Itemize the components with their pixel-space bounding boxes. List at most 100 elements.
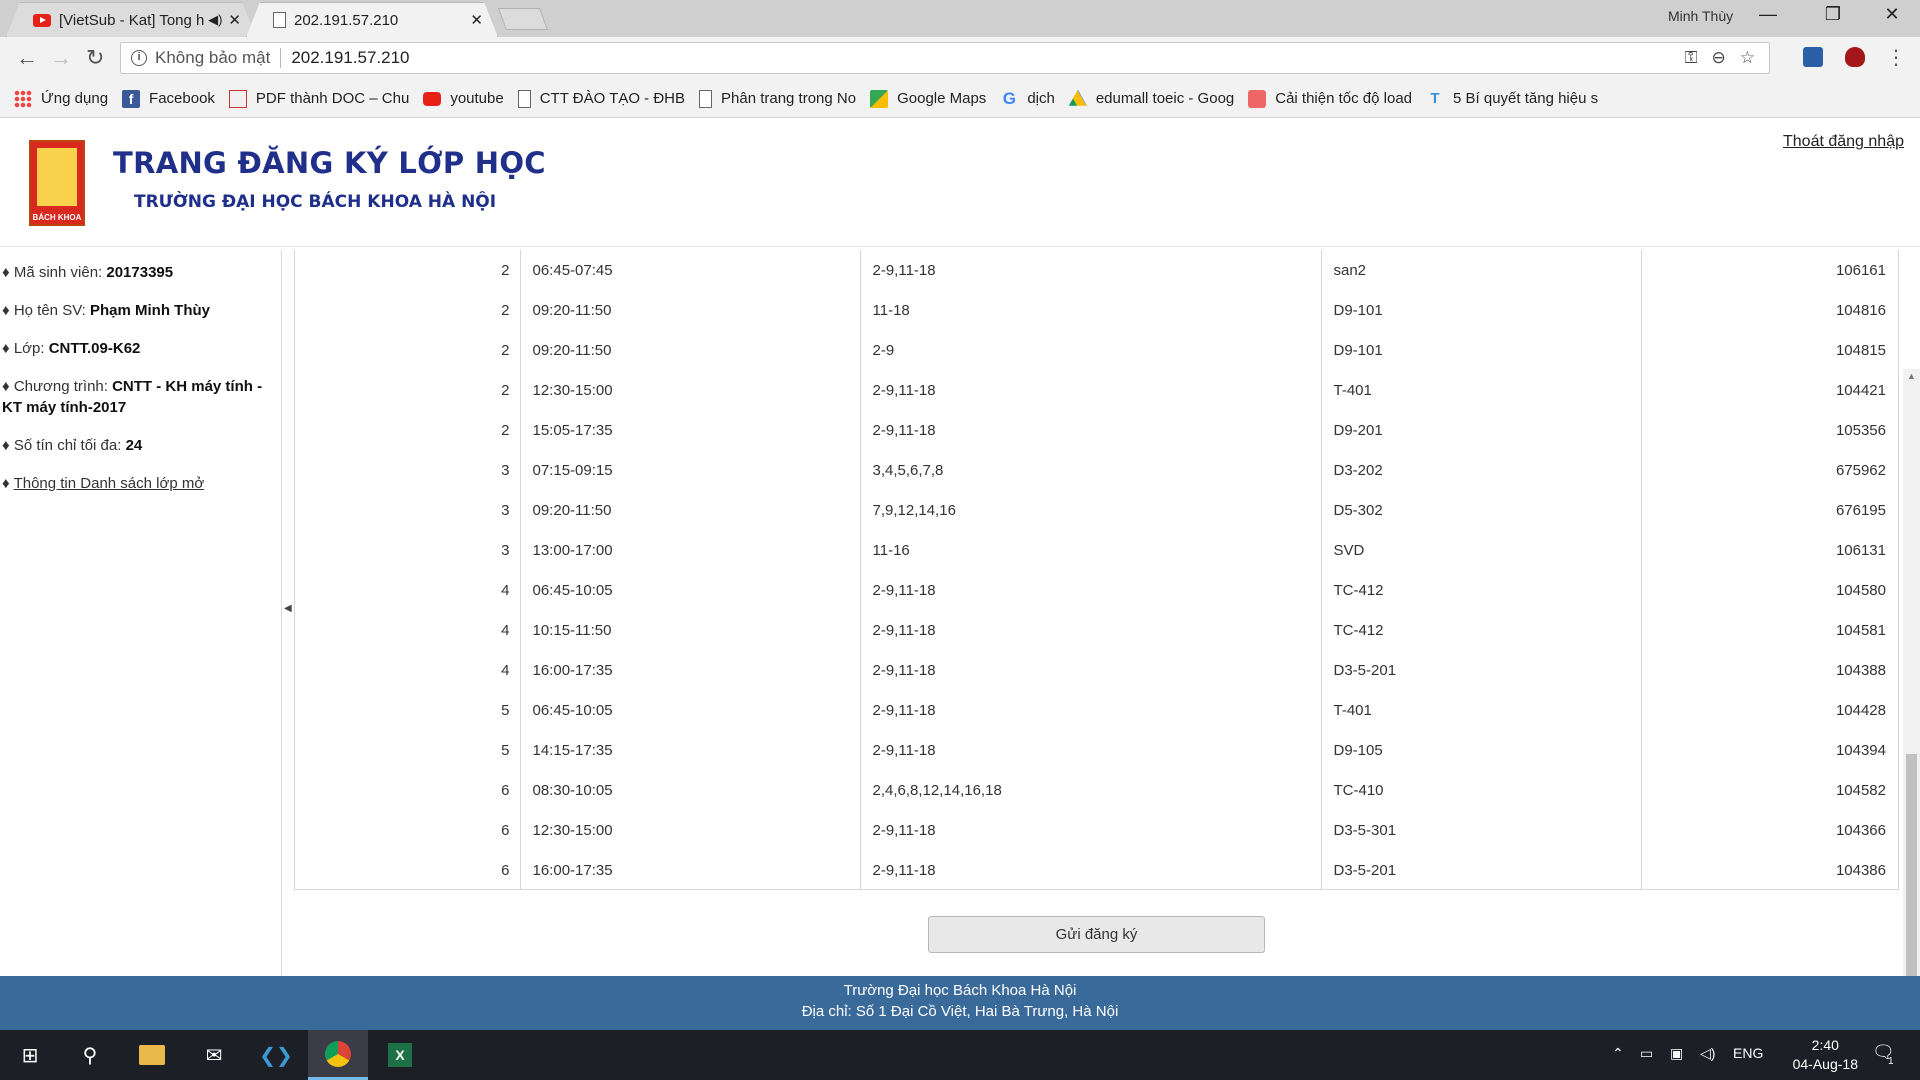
site-icon: T <box>1430 89 1440 107</box>
battery-icon[interactable]: ▭ <box>1640 1045 1653 1062</box>
windows-start-icon[interactable]: ⊞ <box>0 1030 60 1080</box>
time-cell: 08:30-10:05 <box>520 770 861 810</box>
zoom-icon[interactable]: ⊖ <box>1712 48 1726 68</box>
minimize-icon[interactable]: — <box>1748 4 1788 25</box>
bookmark-tips[interactable]: T 5 Bí quyết tăng hiệu s <box>1426 90 1598 108</box>
day-cell: 3 <box>295 450 521 490</box>
time-cell: 16:00-17:35 <box>520 850 861 889</box>
logo-label: BÁCH KHOA <box>32 213 82 222</box>
key-icon[interactable]: ⚿ <box>1685 48 1698 68</box>
star-icon[interactable]: ☆ <box>1740 48 1755 68</box>
excel-icon[interactable]: X <box>370 1030 430 1080</box>
ublock-icon[interactable] <box>1845 47 1865 67</box>
page-scrollbar[interactable]: ▲ ▼ <box>1903 369 1920 1029</box>
language-indicator[interactable]: ENG <box>1733 1045 1763 1061</box>
vscode-icon[interactable]: ❮❯ <box>246 1030 306 1080</box>
day-cell: 6 <box>295 770 521 810</box>
address-bar[interactable]: i Không bảo mật 202.191.57.210 ⚿ ⊖ ☆ <box>120 42 1770 74</box>
file-explorer-icon[interactable] <box>122 1030 182 1080</box>
bookmark-speed[interactable]: Cải thiện tốc độ load <box>1248 89 1412 108</box>
class-code-cell: 104581 <box>1835 621 1886 639</box>
back-icon[interactable]: ← <box>16 45 38 71</box>
student-name-value: Phạm Minh Thùy <box>89 302 210 319</box>
url-text[interactable]: 202.191.57.210 <box>291 48 409 68</box>
menu-icon[interactable]: ⋮ <box>1886 45 1906 70</box>
bookmark-edumall[interactable]: edumall toeic - Goog <box>1068 89 1234 108</box>
room-cell: D9-201 <box>1321 410 1642 450</box>
day-cell: 2 <box>295 330 521 370</box>
page-content: BÁCH KHOA TRANG ĐĂNG KÝ LỚP HỌC TRƯỜNG Đ… <box>0 119 1920 1029</box>
clock-date: 04-Aug-18 <box>1792 1056 1858 1072</box>
close-tab-icon[interactable]: ✕ <box>228 11 241 29</box>
network-icon[interactable]: ▣ <box>1670 1045 1683 1062</box>
mail-icon[interactable]: ✉ <box>184 1030 244 1080</box>
facebook-icon: f <box>122 89 141 108</box>
page-subtitle: TRƯỜNG ĐẠI HỌC BÁCH KHOA HÀ NỘI <box>134 192 497 212</box>
bookmark-pdf[interactable]: PDF thành DOC – Chu <box>228 89 409 108</box>
tray-chevron-icon[interactable]: ⌃ <box>1612 1045 1624 1062</box>
max-credits-value: 24 <box>125 437 143 454</box>
day-cell: 5 <box>295 690 521 730</box>
table-row: 6 16:00-17:35 2-9,11-18 D3-5-201 104386 <box>295 850 1898 889</box>
forward-icon[interactable]: → <box>50 45 72 71</box>
clock[interactable]: 2:40 04-Aug-18 <box>1793 1036 1858 1074</box>
student-name-label: Họ tên SV: <box>13 302 90 319</box>
tab-title: 202.191.57.210 <box>294 11 399 29</box>
search-icon[interactable]: ⚲ <box>60 1030 120 1080</box>
bookmark-maps[interactable]: Google Maps <box>870 89 986 108</box>
security-label[interactable]: Không bảo mật <box>155 48 270 68</box>
time-cell: 09:20-11:50 <box>520 290 861 330</box>
close-tab-icon[interactable]: ✕ <box>470 11 483 29</box>
room-cell: D5-302 <box>1321 490 1642 530</box>
bookmark-apps[interactable]: Ứng dụng <box>14 89 109 108</box>
close-window-icon[interactable]: ✕ <box>1872 4 1912 25</box>
bookmark-facebook[interactable]: f Facebook <box>122 89 215 108</box>
browser-title-bar: [VietSub - Kat] Tong h ◀) ✕ 202.191.57.2… <box>0 0 1920 37</box>
info-icon[interactable]: i <box>131 50 147 66</box>
student-name: ♦ Họ tên SV: Phạm Minh Thùy <box>2 302 210 319</box>
student-info-sidebar: ♦ Mã sinh viên: 20173395 ♦ Họ tên SV: Ph… <box>0 250 282 1029</box>
new-tab-button[interactable] <box>497 8 549 30</box>
bookmark-label: Ứng dụng <box>41 90 109 107</box>
room-cell: D3-5-201 <box>1321 850 1642 889</box>
room-cell: D3-5-301 <box>1321 810 1642 850</box>
class-code-cell: 106161 <box>1835 261 1886 279</box>
google-icon: G <box>1002 88 1016 108</box>
bookmark-ctt[interactable]: CTT ĐÀO TẠO - ĐHB <box>517 89 685 108</box>
day-cell: 6 <box>295 850 521 889</box>
bookmark-youtube[interactable]: youtube <box>423 90 504 107</box>
logout-link[interactable]: Thoát đăng nhập <box>1783 133 1904 151</box>
weeks-cell: 7,9,12,14,16 <box>860 490 1322 530</box>
reload-icon[interactable]: ↻ <box>86 45 104 71</box>
scroll-up-icon[interactable]: ▲ <box>1907 371 1916 381</box>
bookmark-translate[interactable]: Gdịch <box>1000 88 1055 108</box>
bookmark-pagination[interactable]: Phân trang trong No <box>699 89 856 108</box>
open-classes-link[interactable]: Thông tin Danh sách lớp mở <box>14 475 205 492</box>
profile-name[interactable]: Minh Thùy <box>1668 8 1733 24</box>
pdf-icon <box>228 89 247 108</box>
class-code-cell: 675962 <box>1835 461 1886 479</box>
weeks-cell: 11-18 <box>860 290 1322 330</box>
class-code-cell: 104815 <box>1835 341 1886 359</box>
page-icon <box>517 89 531 108</box>
tab-youtube[interactable]: [VietSub - Kat] Tong h ◀) ✕ <box>6 2 256 37</box>
page-icon <box>273 12 286 28</box>
submit-registration-button[interactable]: Gửi đăng ký <box>928 916 1265 953</box>
apps-icon <box>14 89 32 108</box>
class-code-cell: 104816 <box>1835 301 1886 319</box>
room-cell: SVD <box>1321 530 1642 570</box>
speaker-icon[interactable]: ◀) <box>208 12 222 28</box>
taskbar: ⊞ ⚲ ✉ ❮❯ X ⌃ ▭ ▣ ◁) ENG 2:40 04-Aug-18 🗨… <box>0 1030 1920 1080</box>
notification-count: 1 <box>1888 1056 1894 1067</box>
chrome-icon[interactable] <box>308 1030 368 1080</box>
table-row: 2 09:20-11:50 2-9 D9-101 104815 <box>295 330 1898 370</box>
maximize-icon[interactable]: ❐ <box>1813 4 1853 25</box>
collapse-sidebar-icon[interactable]: ◀ <box>284 603 292 614</box>
site-icon <box>1248 89 1267 108</box>
volume-icon[interactable]: ◁) <box>1700 1045 1715 1062</box>
extension-icon[interactable] <box>1803 47 1823 67</box>
room-cell: TC-412 <box>1321 610 1642 650</box>
tab-active[interactable]: 202.191.57.210 ✕ <box>246 2 498 37</box>
open-classes: ♦ Thông tin Danh sách lớp mở <box>2 475 205 492</box>
time-cell: 14:15-17:35 <box>520 730 861 770</box>
